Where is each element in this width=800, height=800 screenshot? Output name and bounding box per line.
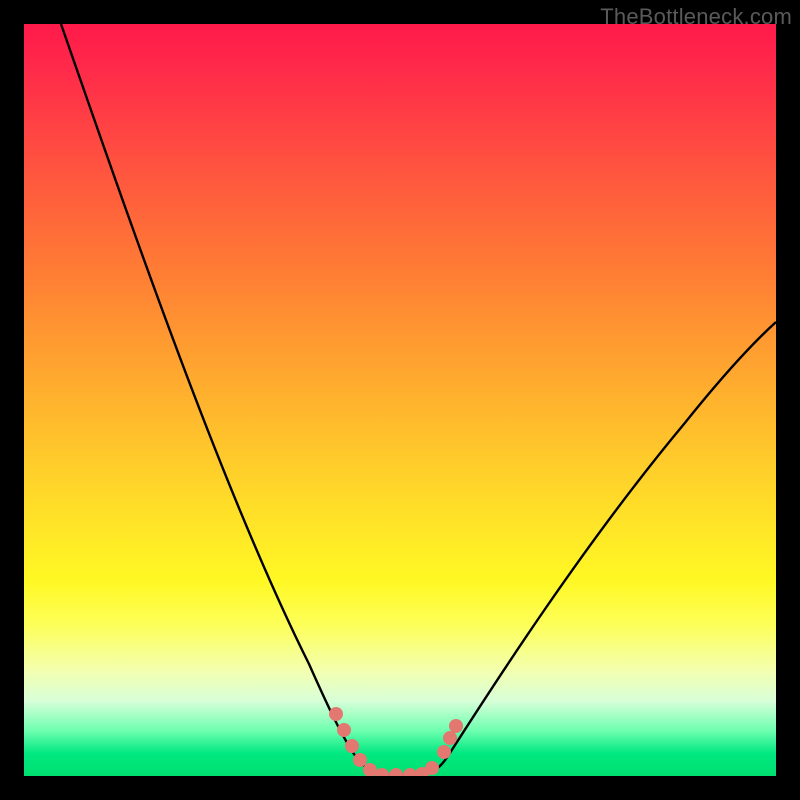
highlight-dots [329,707,463,776]
chart-frame: TheBottleneck.com [0,0,800,800]
curve-path [61,24,776,775]
watermark-text: TheBottleneck.com [600,4,792,30]
chart-plot-area [24,24,776,776]
bottleneck-curve [24,24,776,776]
